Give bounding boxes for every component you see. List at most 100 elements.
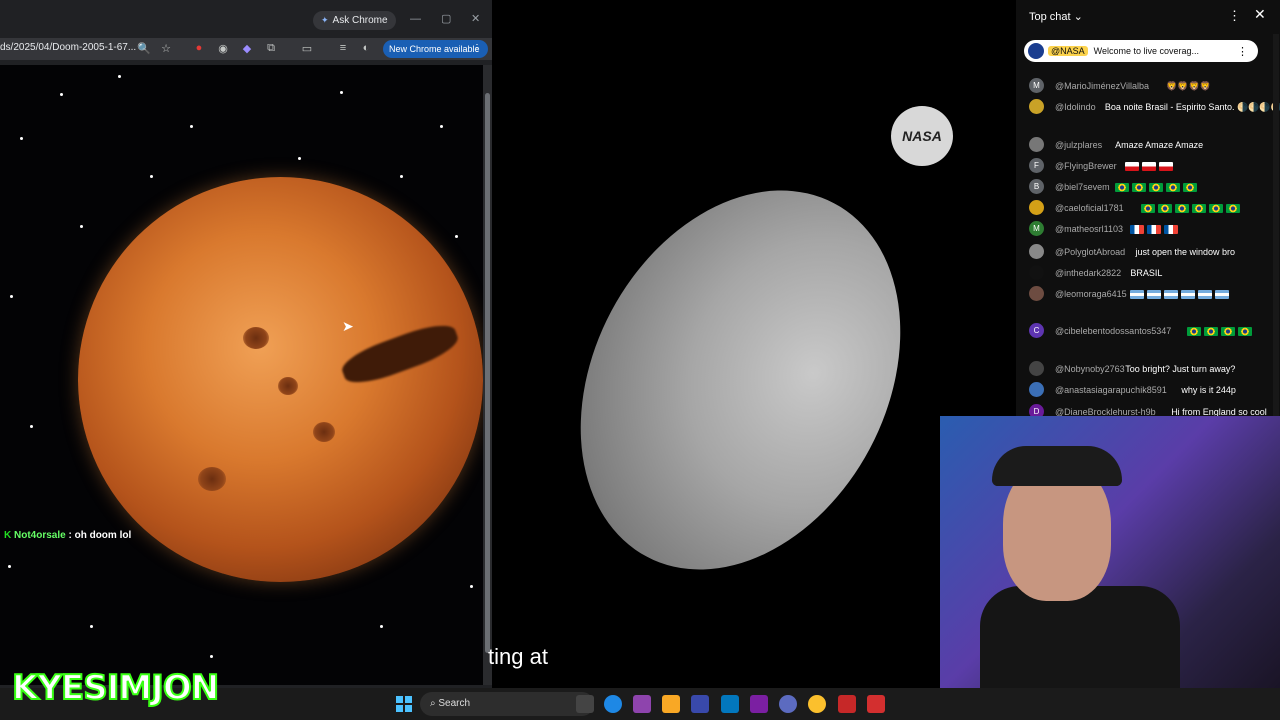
- address-bar-row: ds/2025/04/Doom-2005-1-67... 🔍 ☆ ● ◉ ◆ ⧉…: [0, 38, 492, 60]
- chat-text: [1130, 288, 1232, 300]
- chat-avatar[interactable]: B: [1029, 179, 1044, 194]
- star: [340, 91, 343, 94]
- ask-chrome-button[interactable]: ✦ Ask Chrome: [313, 11, 396, 30]
- close-icon[interactable]: ✕: [1254, 6, 1266, 23]
- task-view-icon[interactable]: [576, 695, 594, 713]
- chat-avatar[interactable]: [1029, 244, 1044, 259]
- chrome-icon[interactable]: [808, 695, 826, 713]
- sidebar-icon[interactable]: ▭: [300, 41, 314, 55]
- mars-planet: [78, 177, 483, 582]
- extension-gray-icon[interactable]: ◉: [216, 41, 230, 55]
- extension-purple-icon[interactable]: ◆: [240, 41, 254, 55]
- chat-username[interactable]: @FlyingBrewer: [1055, 160, 1117, 172]
- record-app-icon[interactable]: [867, 695, 885, 713]
- bookmark-star-icon[interactable]: ☆: [159, 41, 173, 55]
- edge-icon[interactable]: [604, 695, 622, 713]
- address-bar[interactable]: ds/2025/04/Doom-2005-1-67...: [0, 42, 136, 53]
- pinned-message[interactable]: @NASA Welcome to live coverag... ⋮: [1024, 40, 1258, 62]
- page-viewport: ➤ K Not4orsale : oh doom lol: [0, 65, 483, 685]
- flag-emoji-icon: [1186, 327, 1201, 337]
- profile-avatar-icon[interactable]: ◐: [359, 41, 373, 55]
- chat-username[interactable]: @anastasiagarapuchik8591: [1055, 384, 1167, 396]
- chat-header: Top chat ⌄ ⋮ ✕: [1016, 0, 1280, 34]
- more-options-icon[interactable]: ⋮: [1228, 8, 1241, 24]
- new-chrome-label: New Chrome available: [389, 44, 480, 54]
- minimize-icon[interactable]: —: [410, 12, 421, 26]
- star: [400, 175, 403, 178]
- flag-emoji-icon: [1130, 225, 1145, 235]
- chat-username[interactable]: @MarioJiménezVillalba: [1055, 80, 1149, 92]
- scrollbar[interactable]: [483, 65, 492, 685]
- chat-avatar[interactable]: [1029, 200, 1044, 215]
- chat-username[interactable]: @PolyglotAbroad: [1055, 246, 1125, 258]
- flag-emoji-icon: [1140, 204, 1155, 214]
- m365-icon[interactable]: [750, 695, 768, 713]
- chat-text: Boa noite Brasil - Espirito Santo. 🌗🌗🌗🌗: [1104, 102, 1280, 112]
- mouse-cursor-icon: ➤: [342, 318, 354, 334]
- flag-emoji-icon: [1142, 162, 1157, 172]
- chat-avatar[interactable]: F: [1029, 158, 1044, 173]
- chat-avatar[interactable]: C: [1029, 323, 1044, 338]
- chat-text: Amaze Amaze Amaze: [1115, 140, 1204, 150]
- chat-scrollbar[interactable]: [1273, 34, 1279, 416]
- chat-username[interactable]: @caeloficial1781: [1055, 202, 1124, 214]
- mail-icon[interactable]: [721, 695, 739, 713]
- moon-image: [512, 132, 969, 628]
- chat-text: [1130, 223, 1181, 235]
- store-icon[interactable]: [691, 695, 709, 713]
- search-icon: ⌕: [430, 698, 436, 709]
- maximize-icon[interactable]: ▢: [441, 12, 451, 26]
- reading-list-icon[interactable]: ≡: [336, 41, 350, 55]
- chat-avatar[interactable]: [1029, 137, 1044, 152]
- caption-text: ting at: [488, 644, 548, 669]
- pinned-menu-icon[interactable]: ⋮: [1237, 45, 1248, 58]
- extension-red-icon[interactable]: ●: [192, 41, 206, 55]
- chat-mode-dropdown[interactable]: Top chat ⌄: [1029, 10, 1083, 23]
- star: [440, 125, 443, 128]
- flag-emoji-icon: [1164, 290, 1179, 300]
- chat-username[interactable]: @inthedark2822: [1055, 267, 1121, 279]
- chat-avatar[interactable]: M: [1029, 221, 1044, 236]
- chat-avatar[interactable]: M: [1029, 78, 1044, 93]
- crater: [278, 377, 298, 395]
- windows-start-icon[interactable]: [396, 696, 412, 712]
- chat-avatar[interactable]: [1029, 265, 1044, 280]
- chrome-menu-icon[interactable]: ⋮: [472, 40, 482, 58]
- chat-username[interactable]: @Idolindo: [1055, 101, 1096, 113]
- chat-username[interactable]: @matheosrl1103: [1055, 223, 1123, 235]
- screen: ✦ Ask Chrome — ▢ ✕ ds/2025/04/Doom-2005-…: [0, 0, 1280, 720]
- chat-username[interactable]: @julzplares: [1055, 139, 1102, 151]
- close-icon[interactable]: ✕: [471, 12, 480, 26]
- zoom-icon[interactable]: 🔍: [137, 41, 151, 55]
- new-chrome-available-button[interactable]: New Chrome available ⋮: [383, 40, 488, 58]
- search-placeholder: Search: [438, 698, 471, 709]
- copilot-icon[interactable]: [633, 695, 651, 713]
- app-icon[interactable]: [779, 695, 797, 713]
- flag-emoji-icon: [1132, 183, 1147, 193]
- extensions-puzzle-icon[interactable]: ⧉: [264, 41, 278, 55]
- star: [298, 157, 301, 160]
- chat-avatar[interactable]: [1029, 99, 1044, 114]
- flag-emoji-icon: [1125, 162, 1140, 172]
- file-explorer-icon[interactable]: [662, 695, 680, 713]
- maps-pin-icon[interactable]: [838, 695, 856, 713]
- chat-username[interactable]: @biel7sevem: [1055, 181, 1110, 193]
- taskbar-search-box[interactable]: ⌕ Search: [420, 692, 594, 716]
- chat-avatar[interactable]: [1029, 382, 1044, 397]
- chat-username[interactable]: @leomoraga6415: [1055, 288, 1127, 300]
- star: [30, 425, 33, 428]
- chat-avatar[interactable]: [1029, 361, 1044, 376]
- star: [118, 75, 121, 78]
- star: [455, 235, 458, 238]
- flag-emoji-icon: [1174, 204, 1189, 214]
- scroll-thumb[interactable]: [485, 93, 490, 653]
- ask-chrome-label: Ask Chrome: [332, 15, 388, 26]
- chat-username[interactable]: @cibelebentodossantos5347: [1055, 325, 1171, 337]
- chat-avatar[interactable]: [1029, 286, 1044, 301]
- star: [190, 125, 193, 128]
- streamer-cap: [992, 446, 1122, 486]
- star: [470, 585, 473, 588]
- crater: [198, 467, 226, 491]
- chat-username[interactable]: @Nobynoby2763: [1055, 363, 1125, 375]
- star: [380, 625, 383, 628]
